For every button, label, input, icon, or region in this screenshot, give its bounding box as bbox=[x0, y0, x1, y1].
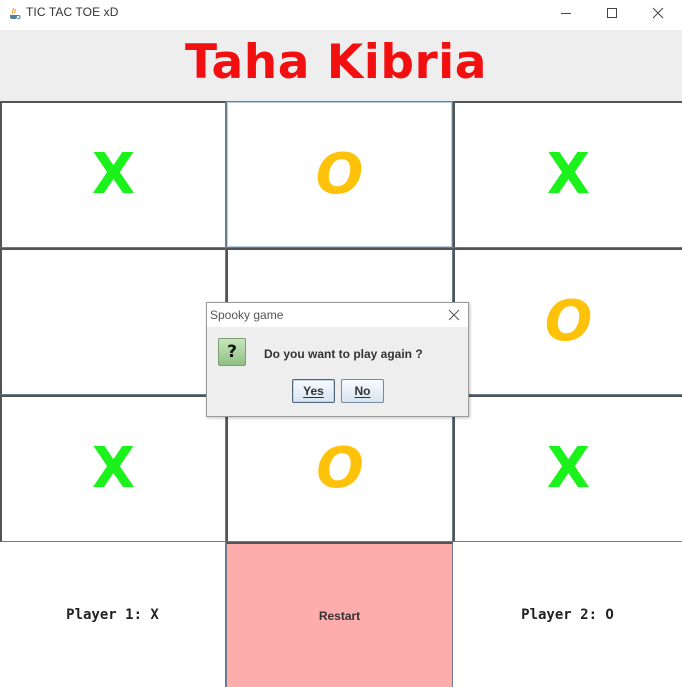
close-button[interactable] bbox=[636, 0, 682, 29]
board-cell-3[interactable]: X bbox=[453, 101, 682, 248]
board-cell-7[interactable]: X bbox=[0, 395, 226, 542]
dialog-titlebar[interactable]: Spooky game bbox=[207, 303, 468, 327]
app-window: TIC TAC TOE xD Taha Kibria X O X O X O X… bbox=[0, 0, 682, 687]
close-icon bbox=[652, 7, 664, 19]
maximize-icon bbox=[607, 8, 617, 18]
board-cell-4[interactable] bbox=[0, 248, 226, 395]
board-cell-9[interactable]: X bbox=[453, 395, 682, 542]
game-header: Taha Kibria bbox=[0, 30, 682, 102]
board-cell-6[interactable]: O bbox=[453, 248, 682, 395]
java-app-icon bbox=[10, 7, 21, 19]
no-button[interactable]: No bbox=[341, 379, 384, 403]
dialog-message: Do you want to play again ? bbox=[264, 347, 423, 361]
question-icon: ? bbox=[218, 338, 246, 366]
restart-button[interactable]: Restart bbox=[226, 542, 453, 687]
play-again-dialog: Spooky game ? Do you want to play again … bbox=[206, 302, 469, 417]
yes-button[interactable]: Yes bbox=[292, 379, 335, 403]
board-cell-1[interactable]: X bbox=[0, 101, 226, 248]
window-title: TIC TAC TOE xD bbox=[26, 5, 119, 19]
game-title: Taha Kibria bbox=[185, 35, 487, 90]
maximize-button[interactable] bbox=[590, 0, 636, 29]
board-cell-2[interactable]: O bbox=[226, 101, 453, 248]
player-2-label: Player 2: O bbox=[453, 542, 682, 687]
minimize-icon bbox=[561, 13, 571, 14]
dialog-close-icon[interactable] bbox=[446, 307, 462, 323]
player-1-label: Player 1: X bbox=[0, 542, 226, 687]
dialog-title: Spooky game bbox=[210, 308, 284, 322]
board-cell-8[interactable]: O bbox=[226, 395, 453, 542]
minimize-button[interactable] bbox=[544, 0, 590, 29]
window-titlebar[interactable]: TIC TAC TOE xD bbox=[0, 0, 682, 30]
